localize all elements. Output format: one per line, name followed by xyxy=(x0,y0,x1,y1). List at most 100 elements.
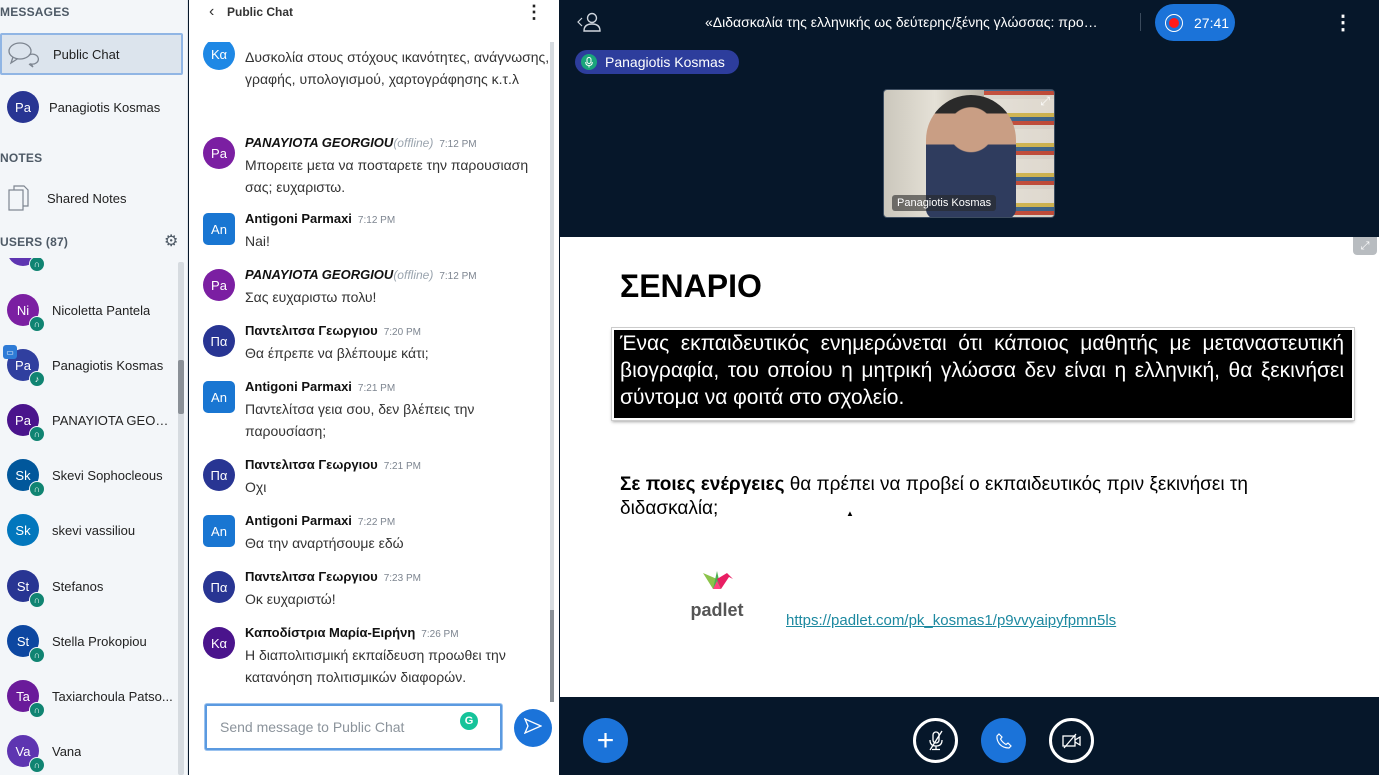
user-name: Vana xyxy=(52,743,82,759)
avatar: Κα xyxy=(203,42,235,70)
user-name: Nicoletta Pantela xyxy=(52,302,151,318)
message-text: Οκ ευχαριστώ! xyxy=(245,591,336,607)
options-menu-icon[interactable]: ⋮ xyxy=(1333,10,1353,35)
chat-scroll-thumb[interactable] xyxy=(550,610,554,702)
headset-icon: ∩ xyxy=(29,426,45,442)
slide-title: ΣΕΝΑΡΙΟ xyxy=(620,268,762,304)
notes-section-title: NOTES xyxy=(0,151,43,165)
offline-label: (offline) xyxy=(393,268,434,282)
sender-name: Καποδίστρια Μαρία-Ειρήνη xyxy=(245,625,416,640)
sender-name: Antigoni Parmaxi xyxy=(245,379,352,394)
record-icon xyxy=(1165,13,1183,32)
avatar: Sk ∩ xyxy=(7,459,45,497)
user-row[interactable]: Pa ∩ PANAYIOTA GEORGI... xyxy=(7,400,179,442)
plus-icon: + xyxy=(596,723,615,757)
talking-indicator[interactable]: Panagiotis Kosmas xyxy=(575,50,739,74)
main-area: «Διδασκαλία της ελληνικής ως δεύτερης/ξέ… xyxy=(560,0,1379,775)
headset-icon: ∩ xyxy=(29,316,45,332)
avatar: An xyxy=(203,213,235,245)
message-text: Μπορειτε μετα να ποσταρετε την παρουσιασ… xyxy=(245,157,529,195)
presentation-slide: ⤢ ΣΕΝΑΡΙΟ Ένας εκπαιδευτικός ενημερώνετα… xyxy=(560,237,1379,697)
recording-time: 27:41 xyxy=(1194,14,1230,31)
chat-input-placeholder: Send message to Public Chat xyxy=(220,719,405,735)
avatar: ∩ xyxy=(7,258,45,272)
messages-section-title: MESSAGES xyxy=(0,5,70,19)
headset-icon: ∩ xyxy=(29,757,45,773)
leave-audio-button[interactable] xyxy=(981,718,1026,763)
toggle-userlist-button[interactable] xyxy=(576,12,602,35)
chat-options-icon[interactable]: ⋮ xyxy=(525,3,543,21)
slide-question-bold: Σε ποιες ενέργειες xyxy=(620,474,785,495)
user-name: Skevi Sophocleous xyxy=(52,467,163,483)
public-chat-item[interactable]: Public Chat xyxy=(0,33,183,75)
offline-label: (offline) xyxy=(393,136,434,150)
user-row[interactable]: ∩ xyxy=(7,258,179,272)
recording-indicator[interactable]: 27:41 xyxy=(1155,4,1235,41)
chat-message-input[interactable]: Send message to Public Chat G xyxy=(205,704,502,750)
message-text: Η διαπολιτισμική εκπαίδευση προωθει την … xyxy=(245,647,506,685)
message-text: Οχι xyxy=(245,479,267,495)
user-row[interactable]: St ∩ Stella Prokopiou xyxy=(7,621,179,663)
padlet-link[interactable]: https://padlet.com/pk_kosmas1/p9vvyaipyf… xyxy=(786,612,1116,629)
user-name: PANAYIOTA GEORGI... xyxy=(52,412,177,428)
grammarly-icon[interactable]: G xyxy=(460,712,478,730)
microphone-icon xyxy=(581,54,597,70)
message-text: Σας ευχαριστω πολυ! xyxy=(245,289,377,305)
avatar: An xyxy=(203,515,235,547)
back-chevron-icon[interactable]: ‹ xyxy=(209,3,214,21)
message-time: 7:12 PM xyxy=(439,139,477,150)
avatar: St ∩ xyxy=(7,625,45,663)
message-time: 7:12 PM xyxy=(439,271,477,282)
padlet-bird-icon xyxy=(703,571,733,589)
gear-icon[interactable]: ⚙ xyxy=(164,234,180,250)
user-row[interactable]: Ta ∩ Taxiarchoula Patso... xyxy=(7,676,179,718)
fullscreen-icon[interactable]: ⤢ xyxy=(1040,94,1050,109)
user-row[interactable]: Ni ∩ Nicoletta Pantela xyxy=(7,290,179,332)
avatar: Πα xyxy=(203,325,235,357)
user-row[interactable]: ▭ Pa ♪ Panagiotis Kosmas xyxy=(3,345,179,387)
sender-name: PANAYIOTA GEORGIOU xyxy=(245,135,394,150)
chat-messages: Κα Δυσκολία στους στόχους ικανότητες, αν… xyxy=(189,42,549,702)
user-list-scroll-thumb[interactable] xyxy=(178,360,184,414)
send-message-button[interactable] xyxy=(514,709,552,747)
message-text: Θα την αναρτήσουμε εδώ xyxy=(245,535,404,551)
unmute-button[interactable] xyxy=(913,718,958,763)
user-list-scrollbar[interactable] xyxy=(178,262,184,775)
chat-title[interactable]: Public Chat xyxy=(227,5,293,19)
user-name: Taxiarchoula Patso... xyxy=(52,688,173,704)
microphone-icon: ♪ xyxy=(29,371,45,387)
talker-name: Panagiotis Kosmas xyxy=(605,54,725,70)
headset-icon: ∩ xyxy=(29,702,45,718)
padlet-logo-text: padlet xyxy=(690,600,744,620)
slide-scenario-box: Ένας εκπαιδευτικός ενημερώνεται ότι κάπο… xyxy=(611,327,1355,421)
user-name: Stefanos xyxy=(52,578,104,594)
divider xyxy=(1140,13,1141,31)
user-row[interactable]: Va ∩ Vana xyxy=(7,731,179,773)
share-webcam-button[interactable] xyxy=(1049,718,1094,763)
message-time: 7:21 PM xyxy=(357,383,396,394)
message-text: Παντελίτσα γεια σου, δεν βλέπεις την παρ… xyxy=(245,401,475,439)
message-time: 7:22 PM xyxy=(357,517,396,528)
fullscreen-icon[interactable]: ⤢ xyxy=(1353,237,1377,255)
user-row[interactable]: Sk ∩ Skevi Sophocleous xyxy=(7,455,179,497)
message-time: 7:23 PM xyxy=(383,573,421,584)
shared-notes-item[interactable]: Shared Notes xyxy=(0,177,183,219)
actions-plus-button[interactable]: + xyxy=(583,718,628,763)
avatar: Κα xyxy=(203,627,235,659)
sender-name: Παντελιτσα Γεωργιου xyxy=(245,457,378,472)
chat-panel: ‹ Public Chat ⋮ Κα Δυσκολία στους στόχου… xyxy=(189,0,559,775)
user-name: Stella Prokopiou xyxy=(52,633,147,649)
chat-scrollbar[interactable] xyxy=(550,42,554,702)
private-chat-item[interactable]: Pa Panagiotis Kosmas xyxy=(0,86,183,128)
sender-name: Antigoni Parmaxi xyxy=(245,211,352,226)
headset-icon: ∩ xyxy=(29,481,45,497)
user-list-panel: MESSAGES Public Chat Pa Panagiotis Kosma… xyxy=(0,0,188,775)
users-list: ∩ Ni ∩ Nicoletta Pantela ▭ Pa ♪ Panagiotis … xyxy=(0,258,187,775)
user-row[interactable]: St ∩ Stefanos xyxy=(7,566,179,608)
webcam-video-tile[interactable]: ⤢ Panagiotis Kosmas xyxy=(883,89,1055,218)
headset-icon: ∩ xyxy=(29,647,45,663)
microphone-muted-icon xyxy=(928,730,943,750)
avatar: Pa xyxy=(7,91,39,123)
user-row[interactable]: Sk skevi vassiliou xyxy=(7,510,179,550)
sender-name: Παντελιτσα Γεωργιου xyxy=(245,569,378,584)
